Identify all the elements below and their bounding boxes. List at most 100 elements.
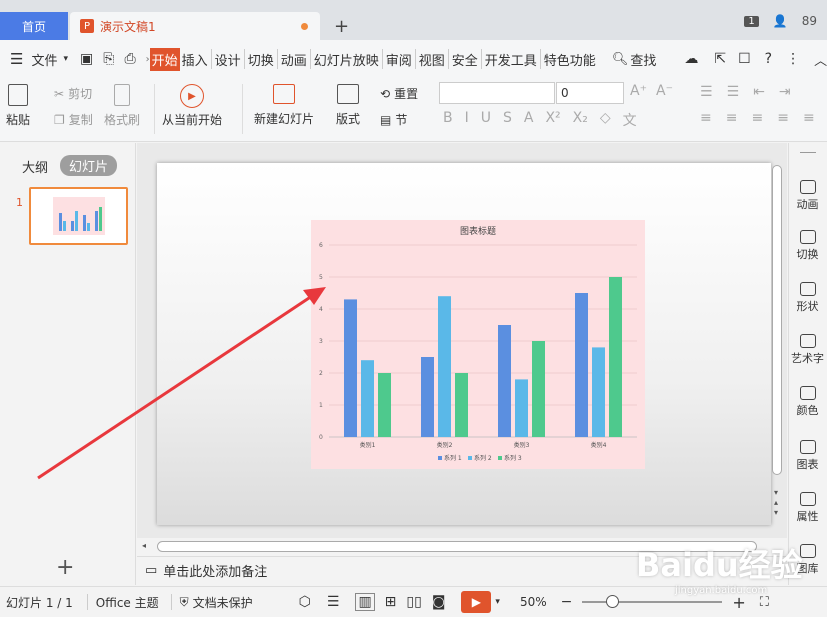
window-count-badge[interactable]: 1 <box>744 15 759 27</box>
zoom-slider[interactable] <box>582 595 723 608</box>
color-panel-button[interactable]: 颜色 <box>788 386 827 418</box>
reset-button[interactable]: ⟲ 重置 <box>380 85 418 102</box>
chart-label: 图表 <box>796 458 819 471</box>
eraser-icon[interactable]: ◇ <box>600 110 611 130</box>
wordart-label: 艺术字 <box>791 352 824 365</box>
chevron-down-icon[interactable]: ▾ <box>63 54 68 64</box>
add-slide-plus-icon[interactable]: + <box>56 555 74 580</box>
search-menu[interactable]: 查找 <box>628 50 658 69</box>
menu-animation[interactable]: 动画 <box>279 50 309 69</box>
cloud-icon[interactable]: ☁ <box>684 51 698 67</box>
chart-panel-button[interactable]: 图表 <box>788 440 827 472</box>
underline-icon[interactable]: U <box>481 110 491 130</box>
new-tab-plus-icon[interactable]: + <box>334 16 349 37</box>
subscript-icon[interactable]: X₂ <box>573 110 588 130</box>
justify-icon[interactable]: ≡ <box>777 110 789 126</box>
theme-name[interactable]: Office 主题 <box>96 594 159 611</box>
normal-view-icon[interactable]: ▥ <box>355 593 375 611</box>
slide-sorter-icon[interactable]: ⊞ <box>385 594 397 610</box>
protection-status[interactable]: 文档未保护 <box>193 594 253 611</box>
strike-icon[interactable]: S <box>503 110 512 130</box>
home-tab[interactable]: 首页 <box>0 12 68 40</box>
new-slide-button[interactable]: 新建幻灯片 <box>254 84 314 127</box>
save-icon[interactable]: ▣ <box>80 51 93 67</box>
print-icon[interactable]: ⎙ <box>124 51 135 67</box>
menu-transition[interactable]: 切换 <box>246 50 276 69</box>
chart-bar <box>532 341 545 437</box>
layout-button[interactable]: 版式 <box>336 84 360 127</box>
file-menu[interactable]: 文件 <box>29 50 59 69</box>
cube-icon[interactable]: ⬡ <box>299 594 311 610</box>
play-from-current-button[interactable]: ▶ 从当前开始 <box>162 84 222 128</box>
slideshow-play-button[interactable]: ▶ <box>461 591 492 613</box>
chart[interactable]: 图表标题 0 1 2 3 4 5 6 类别1 类别2 类别3 类别4 系列 1 系列 2 系列 3 <box>311 220 645 469</box>
outline-tab[interactable]: 大纲 <box>22 157 48 176</box>
vertical-scrollbar[interactable] <box>772 165 782 475</box>
search-icon[interactable]: 🔍︎ <box>612 52 629 67</box>
outdent-icon[interactable]: ⇤ <box>753 84 765 100</box>
user-avatar-icon[interactable]: 👤 <box>773 14 788 28</box>
menu-security[interactable]: 安全 <box>450 50 480 69</box>
bullets-icon[interactable]: ☰ <box>700 84 713 100</box>
zoom-level[interactable]: 50% <box>520 595 547 609</box>
x-tick-label: 类别3 <box>514 441 530 449</box>
section-button[interactable]: ▤ 节 <box>380 111 407 128</box>
clipboard-icon <box>8 84 28 106</box>
align-left-icon[interactable]: ≡ <box>700 110 712 126</box>
chevron-down-icon[interactable]: ▾ <box>495 597 500 607</box>
font-size-select[interactable]: 0 <box>556 82 624 104</box>
shape-panel-button[interactable]: 形状 <box>788 282 827 314</box>
chart-bar <box>515 379 528 437</box>
font-grow-icon[interactable]: A⁺ <box>630 83 647 99</box>
notes-toggle-icon[interactable]: ☰ <box>327 594 340 610</box>
copy-button[interactable]: ❐ 复制 <box>54 111 93 128</box>
menu-features[interactable]: 特色功能 <box>542 50 598 69</box>
pinyin-icon[interactable]: 文 <box>623 110 637 130</box>
more-icon[interactable]: ⋮ <box>786 51 800 67</box>
document-tab[interactable]: P 演示文稿1 <box>70 12 320 40</box>
menu-slideshow[interactable]: 幻灯片放映 <box>312 50 381 69</box>
bold-icon[interactable]: B <box>443 110 453 130</box>
scroll-left-icon[interactable]: ◂ <box>142 541 146 550</box>
distribute-icon[interactable]: ≡ <box>803 110 815 126</box>
zoom-slider-knob[interactable] <box>606 595 620 608</box>
transition-panel-button[interactable]: 切换 <box>788 230 827 262</box>
comment-icon[interactable]: ☐ <box>738 51 751 67</box>
properties-panel-button[interactable]: 属性 <box>788 492 827 524</box>
font-name-select[interactable] <box>439 82 555 104</box>
presenter-view-icon[interactable]: ◙ <box>432 594 446 610</box>
reading-view-icon[interactable]: ▯▯ <box>406 594 421 610</box>
font-color-icon[interactable]: A <box>524 110 534 130</box>
menu-developer[interactable]: 开发工具 <box>483 50 539 69</box>
font-shrink-icon[interactable]: A⁻ <box>656 83 673 99</box>
slides-tab[interactable]: 幻灯片 <box>60 155 118 176</box>
scroll-arrows-icon[interactable]: ▾ ▴ ▾ <box>774 488 778 518</box>
cut-button[interactable]: ✂ 剪切 <box>54 85 92 102</box>
superscript-icon[interactable]: X² <box>545 110 560 130</box>
menu-start[interactable]: 开始 <box>149 47 180 71</box>
align-right-icon[interactable]: ≡ <box>751 110 763 126</box>
menu-view[interactable]: 视图 <box>417 50 447 69</box>
zoom-out-icon[interactable]: − <box>561 594 573 610</box>
numbering-icon[interactable]: ☰ <box>727 84 740 100</box>
export-pdf-icon[interactable]: ⎘ <box>103 51 114 67</box>
menu-separator <box>539 49 541 69</box>
animation-panel-button[interactable]: 动画 <box>788 180 827 212</box>
menu-design[interactable]: 设计 <box>213 50 243 69</box>
help-icon[interactable]: ? <box>765 51 772 67</box>
slide-thumbnail[interactable] <box>29 187 128 245</box>
menu-review[interactable]: 审阅 <box>384 50 414 69</box>
status-separator <box>86 594 88 610</box>
italic-icon[interactable]: I <box>465 110 469 130</box>
format-painter-button[interactable]: 格式刷 <box>104 84 140 128</box>
indent-icon[interactable]: ⇥ <box>779 84 791 100</box>
wordart-panel-button[interactable]: 艺术字 <box>788 334 827 366</box>
hamburger-icon[interactable]: ☰ <box>10 50 23 68</box>
paste-button[interactable]: 粘贴 <box>6 84 30 128</box>
share-icon[interactable]: ⇱ <box>714 51 726 67</box>
menu-insert[interactable]: 插入 <box>180 50 210 69</box>
fit-window-icon[interactable]: ⛶ <box>760 595 769 610</box>
align-center-icon[interactable]: ≡ <box>726 110 738 126</box>
section-icon: ▤ <box>380 112 392 127</box>
collapse-ribbon-icon[interactable]: ︿ <box>814 50 827 69</box>
